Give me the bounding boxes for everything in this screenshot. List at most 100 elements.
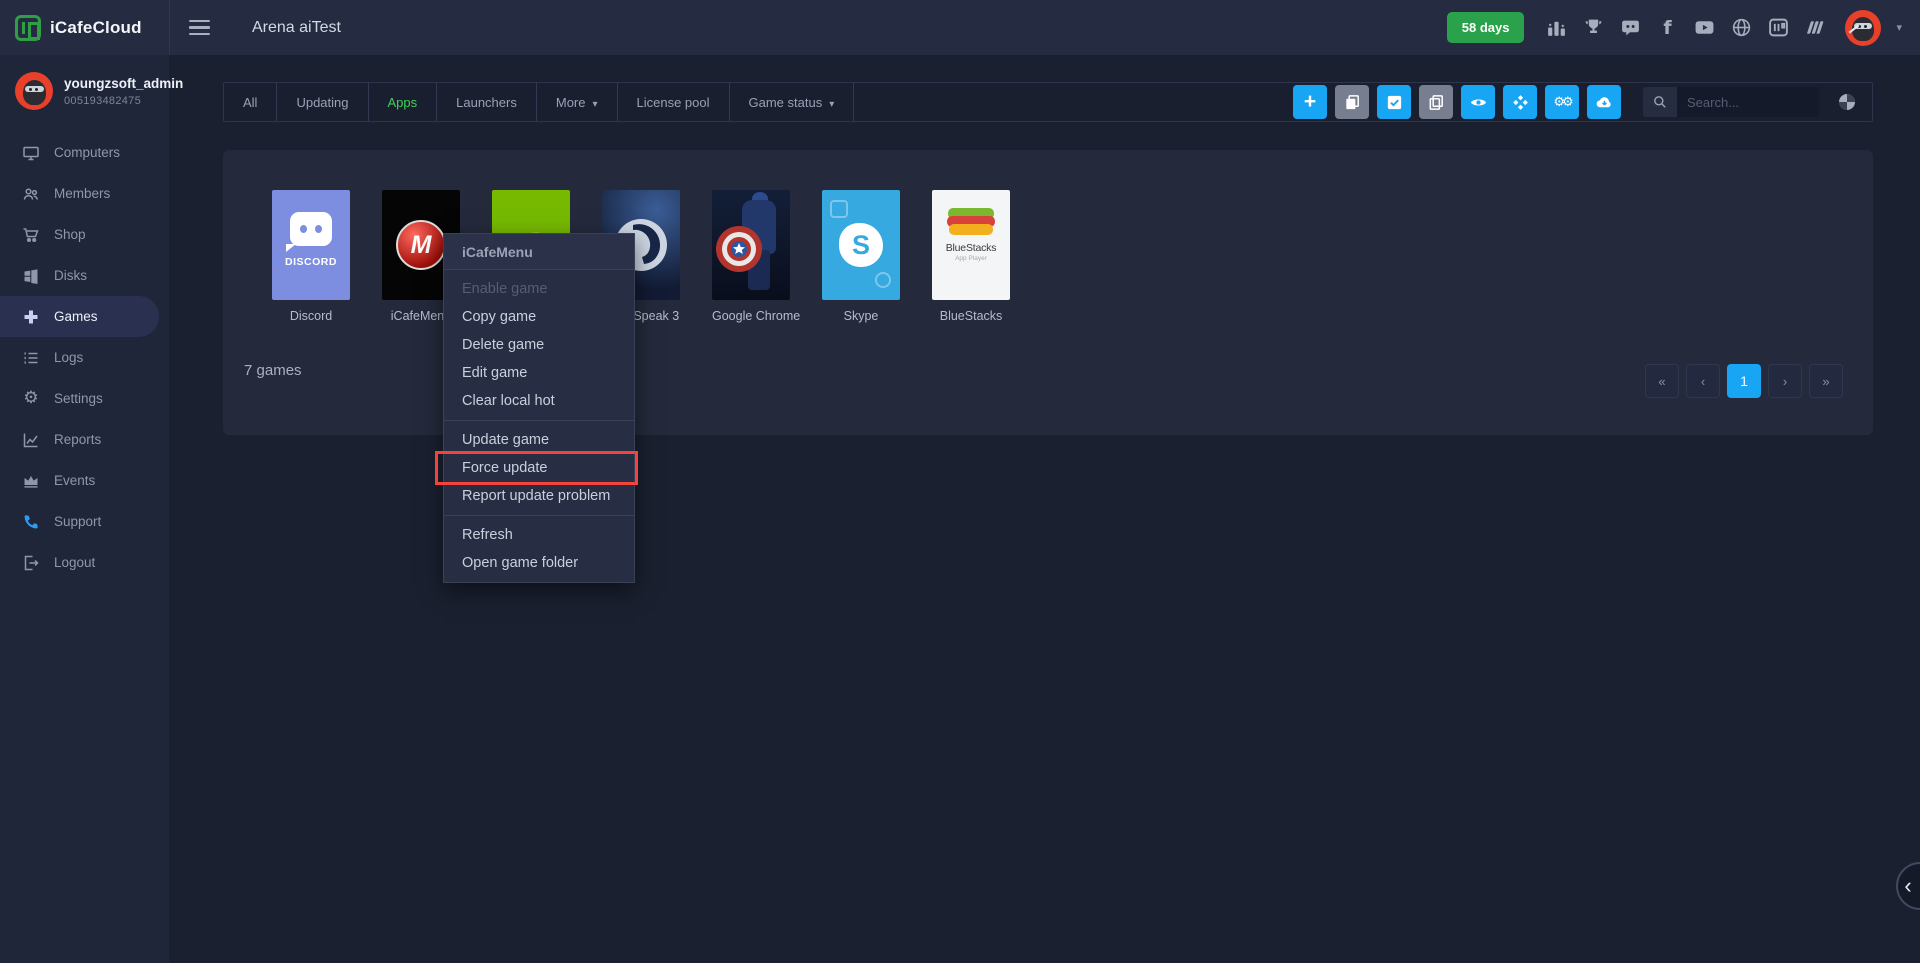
category-button[interactable] [1503,85,1537,119]
list-icon [22,349,40,367]
tab-license-pool[interactable]: License pool [618,83,730,121]
chevron-left-icon: ‹ [1904,873,1911,899]
region-globe-icon[interactable] [1835,90,1859,114]
sidebar-item-games[interactable]: Games [0,296,159,337]
menu-divider [444,515,634,516]
caret-down-icon [592,95,597,110]
add-game-button[interactable]: + [1293,85,1327,119]
globe-icon[interactable] [1730,17,1752,39]
filter-tabs: All Updating Apps Launchers More License… [224,83,854,121]
pagination: « ‹ 1 › » [1645,364,1843,398]
menu-item-clear-local-hot[interactable]: Clear local hot [444,387,634,415]
user-block: youngzsoft_admin 005193482475 [0,55,169,120]
sidebar-item-reports[interactable]: Reports [0,419,169,460]
sidebar-item-members[interactable]: Members [0,173,169,214]
members-icon [22,185,40,203]
last-page-button[interactable]: » [1809,364,1843,398]
sidebar-nav: Computers Members Shop Disks Games Logs … [0,132,169,583]
monitor-icon [22,144,40,162]
sidebar-item-events[interactable]: Events [0,460,169,501]
game-title: Discord [272,309,350,323]
sidebar-item-logout[interactable]: Logout [0,542,169,583]
sidebar-item-disks[interactable]: Disks [0,255,169,296]
copy-icon [1343,93,1362,112]
search-box [1643,87,1819,117]
tab-apps[interactable]: Apps [369,83,438,121]
first-page-button[interactable]: « [1645,364,1679,398]
chrome-tile-art [712,190,790,300]
search-input[interactable] [1677,87,1819,117]
sidebar-item-support[interactable]: Support [0,501,169,542]
select-list-button[interactable] [1377,85,1411,119]
shield-icon [714,224,764,274]
icafecloud-mini-icon[interactable] [1767,17,1789,39]
page-1-button[interactable]: 1 [1727,364,1761,398]
bluestacks-tile-art: BlueStacks App Player [932,190,1010,300]
gear-icon: ⚙ [22,390,40,408]
gamepad-icon [22,308,40,326]
sidebar-item-shop[interactable]: Shop [0,214,169,255]
menu-item-delete-game[interactable]: Delete game [444,331,634,359]
sidebar-item-label: Settings [54,391,103,406]
game-tile-discord[interactable]: DISCORD Discord [272,190,350,323]
tab-updating[interactable]: Updating [277,83,368,121]
sidebar-item-label: Games [54,309,98,324]
layers-icon[interactable] [1804,17,1826,39]
cloud-download-button[interactable] [1587,85,1621,119]
tab-game-status[interactable]: Game status [730,83,855,121]
menu-item-force-update[interactable]: Force update [444,454,634,482]
checkbox-icon [1385,93,1404,112]
tab-more[interactable]: More [537,83,618,121]
sidebar-item-label: Reports [54,432,101,447]
context-menu-title: iCafeMenu [444,234,634,270]
menu-item-update-game[interactable]: Update game [444,426,634,454]
menu-item-edit-game[interactable]: Edit game [444,359,634,387]
youtube-icon[interactable] [1693,17,1715,39]
hamburger-menu-icon[interactable] [189,20,210,36]
copy-button[interactable] [1335,85,1369,119]
game-title: BlueStacks [932,309,1010,323]
duplicate-button[interactable] [1419,85,1453,119]
tab-launchers[interactable]: Launchers [437,83,537,121]
gears-icon: ⚙⚙ [1553,96,1570,109]
game-tile-chrome[interactable]: Google Chrome [712,190,790,323]
phone-icon [22,513,40,531]
collapse-panel-button[interactable]: ‹ [1896,862,1920,910]
topbar-right: 58 days f ▾ [1447,10,1920,46]
menu-item-report-update-problem[interactable]: Report update problem [444,482,634,510]
search-icon[interactable] [1643,87,1677,117]
sidebar-item-label: Members [54,186,110,201]
game-tile-skype[interactable]: S Skype [822,190,900,323]
discord-icon[interactable] [1619,17,1641,39]
user-avatar[interactable] [1845,10,1881,46]
topbar: iCafeCloud Arena aiTest 58 days f ▾ [0,0,1920,55]
sidebar-item-settings[interactable]: ⚙ Settings [0,378,169,419]
chart-icon [22,431,40,449]
sidebar-user-avatar[interactable] [15,72,53,110]
brand[interactable]: iCafeCloud [0,15,169,41]
prev-page-button[interactable]: ‹ [1686,364,1720,398]
menu-item-copy-game[interactable]: Copy game [444,303,634,331]
sidebar-item-logs[interactable]: Logs [0,337,169,378]
discord-logo-icon [290,212,332,246]
chevron-down-icon[interactable]: ▾ [1896,21,1902,34]
tab-all[interactable]: All [224,83,277,121]
batch-settings-button[interactable]: ⚙⚙ [1545,85,1579,119]
menu-item-refresh[interactable]: Refresh [444,521,634,549]
sidebar-item-label: Logs [54,350,83,365]
menu-item-enable-game: Enable game [444,275,634,303]
trophy-icon[interactable] [1582,17,1604,39]
skype-logo-icon: S [839,223,883,267]
menu-item-open-game-folder[interactable]: Open game folder [444,549,634,577]
game-tile-bluestacks[interactable]: BlueStacks App Player BlueStacks [932,190,1010,323]
games-count: 7 games [244,362,302,379]
game-title: Google Chrome [712,309,790,323]
next-page-button[interactable]: › [1768,364,1802,398]
license-days-badge[interactable]: 58 days [1447,12,1525,43]
diamonds-icon [1511,93,1530,112]
sidebar-item-computers[interactable]: Computers [0,132,169,173]
sidebar-item-label: Events [54,473,95,488]
ranking-icon[interactable] [1545,17,1567,39]
visibility-button[interactable] [1461,85,1495,119]
facebook-icon[interactable]: f [1656,17,1678,39]
